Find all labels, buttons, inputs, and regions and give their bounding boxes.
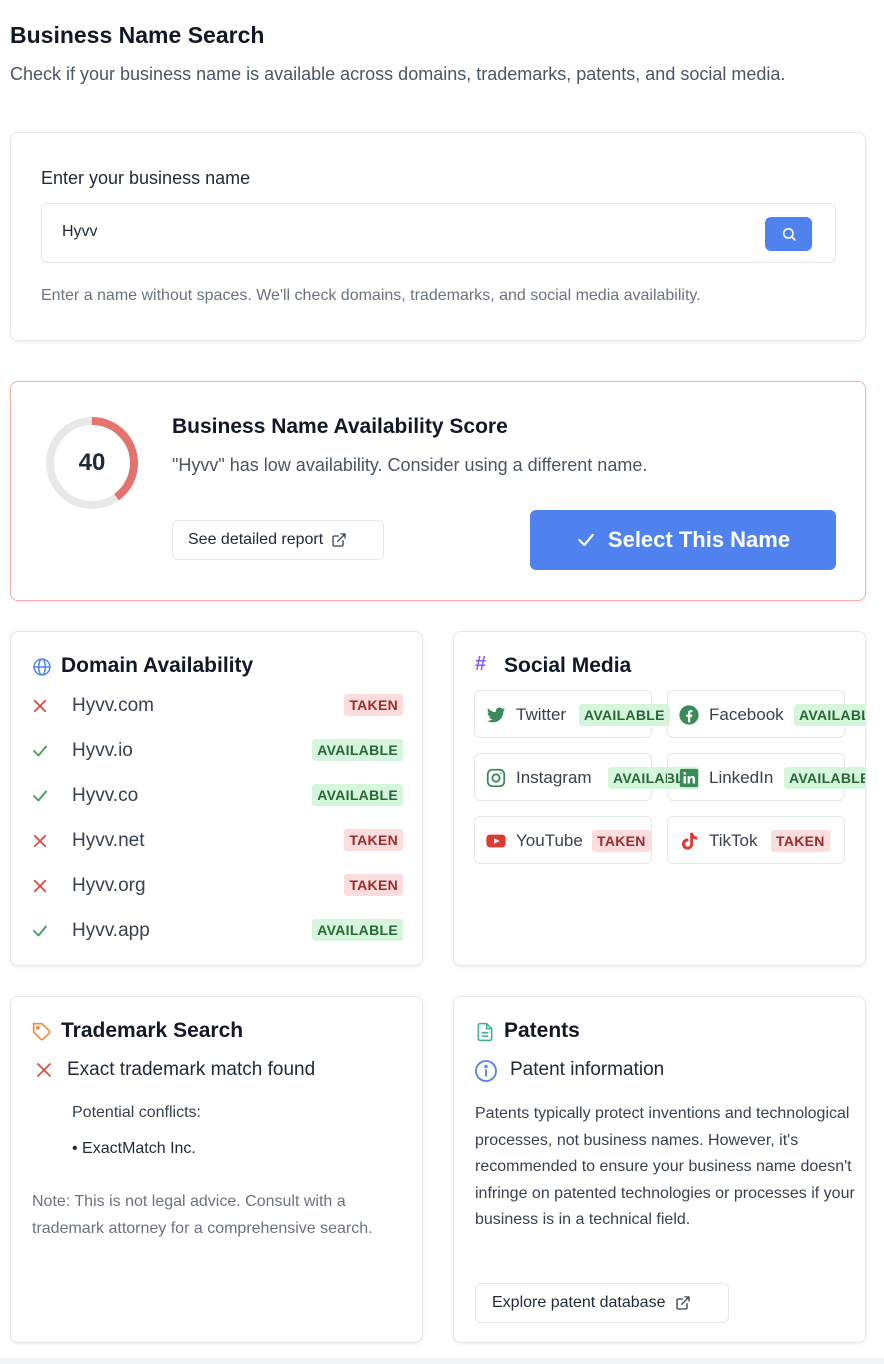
trademark-note: Note: This is not legal advice. Consult …	[32, 1193, 373, 1237]
twitter-icon	[485, 704, 507, 726]
select-button-label: Select This Name	[607, 527, 791, 552]
score-card: 40 Business Name Availability Score "Hyv…	[10, 381, 866, 601]
social-tile-tiktok: TikTok TAKEN	[667, 816, 845, 864]
report-button-label: See detailed report	[188, 531, 324, 548]
external-link-icon	[332, 533, 346, 547]
page-subtitle: Check if your business name is available…	[10, 64, 786, 84]
status-badge: AVAILABLE	[784, 767, 865, 789]
trademark-card: Trademark Search Exact trademark match f…	[10, 996, 423, 1343]
social-media-card: # Social Media Twitter AVAILABLE Facebook A…	[453, 631, 866, 966]
domain-name: Hyvv.net	[72, 830, 145, 851]
social-tile-twitter: Twitter AVAILABLE	[474, 690, 670, 738]
score-message: "Hyvv" has low availability. Consider us…	[172, 455, 648, 475]
domain-name: Hyvv.org	[72, 875, 146, 896]
social-tile-instagram: Instagram AVAILABLE	[474, 753, 699, 801]
check-icon	[33, 925, 47, 937]
domain-name: Hyvv.app	[72, 920, 150, 941]
search-hint: Enter a name without spaces. We'll check…	[41, 287, 701, 304]
page-title: Business Name Search	[10, 22, 265, 48]
score-title: Business Name Availability Score	[172, 415, 508, 438]
patents-subtitle: Patent information	[510, 1059, 665, 1080]
status-badge: AVAILABLE	[312, 919, 403, 941]
social-name: LinkedIn	[709, 768, 774, 787]
social-name: YouTube	[516, 831, 583, 850]
social-tile-linkedin: LinkedIn AVAILABLE	[667, 753, 865, 801]
search-label: Enter your business name	[41, 168, 251, 188]
domain-name: Hyvv.io	[72, 740, 133, 761]
conflicts-label: Potential conflicts:	[72, 1104, 201, 1121]
patent-button-label: Explore patent database	[492, 1294, 666, 1311]
score-value: 40	[78, 449, 106, 476]
status-badge: AVAILABLE	[794, 704, 865, 726]
trademark-card-title: Trademark Search	[61, 1019, 244, 1042]
page-bottom-strip	[0, 1358, 884, 1364]
youtube-icon	[485, 830, 507, 852]
social-card-title: Social Media	[504, 654, 632, 677]
status-badge: TAKEN	[592, 830, 651, 852]
patents-card-title: Patents	[504, 1019, 580, 1042]
facebook-icon	[678, 704, 700, 726]
search-card: Enter your business name Enter a name wi…	[10, 132, 866, 341]
domain-row: Hyvv.org TAKEN	[31, 871, 403, 901]
check-icon	[33, 745, 47, 757]
x-icon	[33, 834, 47, 848]
domain-row: Hyvv.io AVAILABLE	[31, 736, 403, 766]
hash-icon: #	[475, 653, 487, 675]
globe-icon	[33, 658, 51, 676]
x-icon	[33, 699, 47, 713]
x-icon	[37, 1063, 51, 1077]
external-link-icon	[676, 1296, 691, 1310]
domain-row: Hyvv.net TAKEN	[31, 826, 403, 856]
patents-card: Patents Patent information Patents typic…	[453, 996, 866, 1343]
domain-name: Hyvv.com	[72, 695, 154, 716]
select-this-name-button[interactable]: Select This Name	[530, 510, 836, 570]
check-icon	[33, 790, 47, 802]
check-icon	[578, 533, 594, 547]
domain-row: Hyvv.com TAKEN	[31, 691, 403, 721]
explore-patent-database-button[interactable]: Explore patent database	[475, 1283, 729, 1323]
status-badge: TAKEN	[344, 694, 403, 716]
patents-text: Patents typically protect inventions and…	[475, 1105, 855, 1228]
social-name: Twitter	[516, 705, 567, 724]
business-name-input[interactable]	[62, 223, 742, 241]
status-badge: TAKEN	[771, 830, 830, 852]
x-icon	[33, 879, 47, 893]
status-badge: AVAILABLE	[579, 704, 670, 726]
social-tile-youtube: YouTube TAKEN	[474, 816, 652, 864]
status-badge: TAKEN	[344, 829, 403, 851]
trademark-status: Exact trademark match found	[67, 1059, 316, 1080]
instagram-icon	[485, 767, 507, 789]
social-name: Instagram	[516, 768, 592, 787]
document-icon	[477, 1022, 493, 1042]
linkedin-icon	[678, 767, 700, 789]
domain-card-title: Domain Availability	[61, 654, 254, 677]
domain-availability-card: Domain Availability Hyvv.com TAKEN Hyvv.io…	[10, 631, 423, 966]
social-tile-facebook: Facebook AVAILABLE	[667, 690, 865, 738]
status-badge: AVAILABLE	[312, 784, 403, 806]
search-box	[41, 203, 836, 263]
status-badge: TAKEN	[344, 874, 403, 896]
search-button[interactable]	[765, 217, 812, 251]
social-name: Facebook	[709, 705, 784, 724]
domain-name: Hyvv.co	[72, 785, 139, 806]
domain-row: Hyvv.co AVAILABLE	[31, 781, 403, 811]
see-detailed-report-button[interactable]: See detailed report	[172, 520, 384, 560]
status-badge: AVAILABLE	[312, 739, 403, 761]
domain-row: Hyvv.app AVAILABLE	[31, 916, 403, 946]
tag-icon	[32, 1022, 51, 1041]
social-name: TikTok	[709, 831, 758, 850]
tiktok-icon	[678, 830, 700, 852]
conflict-item: • ExactMatch Inc.	[72, 1140, 196, 1157]
info-icon	[475, 1060, 497, 1082]
search-icon	[782, 227, 796, 241]
